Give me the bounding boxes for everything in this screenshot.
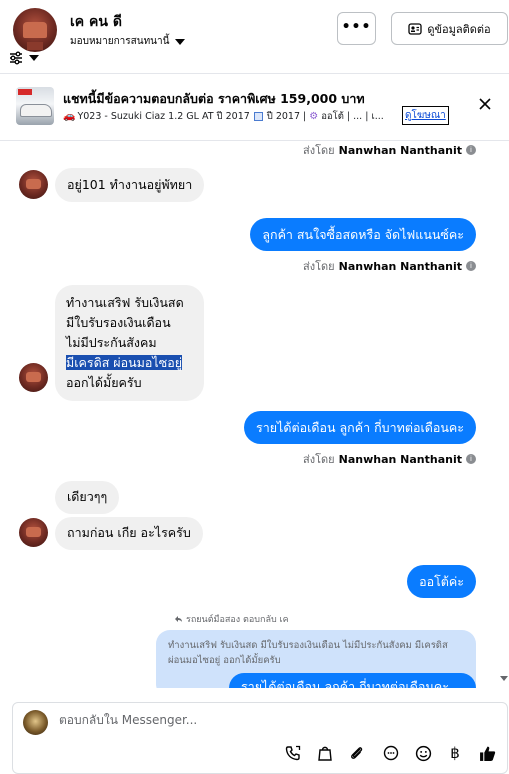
sender-name: Nanwhan Nanthanit	[338, 143, 462, 157]
ad-thumbnail[interactable]	[16, 87, 54, 125]
message-line: ทำงานเสริฟ รับเงินสด	[66, 295, 184, 310]
contact-name[interactable]: เค คน ดี	[70, 11, 122, 33]
chevron-down-icon	[175, 38, 186, 45]
reply-arrow-icon	[175, 616, 182, 622]
selected-text: มีเครดิส ผ่อนมอไซอยู่	[66, 355, 183, 370]
sent-by-prefix: ส่งโดย	[303, 260, 335, 273]
car-icon: 🚗	[63, 111, 76, 122]
like-icon	[479, 746, 495, 761]
ad-subtitle-text: Y023 - Suzuki Ciaz 1.2 GL AT ปี 2017	[77, 111, 250, 122]
ad-subtitle-year: ปี 2017 |	[266, 111, 307, 122]
assign-dropdown[interactable]: มอบหมายการสนทนานี้	[70, 34, 186, 49]
incoming-message[interactable]: อยู่101 ทำงานอยู่พัทยา	[55, 168, 205, 202]
filter-icon	[10, 51, 22, 65]
outgoing-message[interactable]: ลูกค้า สนใจซื้อสดหรือ จัดไฟแนนซ์คะ	[250, 218, 476, 251]
more-icon: •••	[341, 19, 372, 35]
sent-by-prefix: ส่งโดย	[303, 453, 335, 466]
reply-note-text: รถยนต์มือสอง ตอบกลับ เค	[186, 615, 289, 625]
incoming-message[interactable]: ทำงานเสริฟ รับเงินสด มีใบรับรองเงินเดือน…	[55, 285, 204, 401]
message-text: อยู่101 ทำงานอยู่พัทยา	[67, 177, 193, 192]
contact-avatar-small[interactable]	[19, 170, 48, 199]
outgoing-message[interactable]: รายได้ต่อเดือน ลูกค้า กี่บาทต่อเดือนคะ	[244, 411, 476, 444]
baht-icon: ฿	[450, 744, 460, 762]
filter-button[interactable]	[9, 51, 39, 65]
message-text: ถามก่อน เกีย อะไรครับ	[67, 525, 191, 540]
message-line-selected: มีเครดิส ผ่อนมอไซอยู่	[66, 353, 193, 373]
like-button[interactable]	[477, 743, 497, 763]
sent-by-label: ส่งโดย Nanwhan Nanthanit i	[303, 450, 476, 468]
message-line: มีใบรับรองเงินเดือน	[66, 315, 171, 330]
ad-subtitle: 🚗 Y023 - Suzuki Ciaz 1.2 GL AT ปี 2017 ป…	[63, 109, 393, 124]
attach-button[interactable]	[347, 743, 367, 763]
message-line: ออกได้มั้ยครับ	[66, 375, 142, 390]
message-text: เดียวๆๆ	[67, 489, 108, 504]
incoming-message[interactable]: เดียวๆๆ	[55, 481, 120, 514]
sender-name: Nanwhan Nanthanit	[338, 259, 462, 273]
ad-title: แชทนี้มีข้อความตอบกลับต่อ ราคาพิเศษ 159,…	[63, 91, 365, 106]
scroll-down-icon[interactable]	[500, 676, 508, 681]
message-text: รายได้ต่อเดือน ลูกค้า กี่บาทต่อเดือนคะ	[241, 679, 449, 688]
reply-note: รถยนต์มือสอง ตอบกลับ เค	[174, 612, 289, 626]
message-text: ออโต้ค่ะ	[419, 574, 464, 589]
assign-label: มอบหมายการสนทนานี้	[70, 36, 170, 47]
call-button[interactable]	[283, 743, 303, 763]
sent-by-prefix: ส่งโดย	[303, 144, 335, 157]
sent-by-label: ส่งโดย Nanwhan Nanthanit i	[303, 257, 476, 275]
saved-replies-button[interactable]	[381, 743, 401, 763]
contact-card-icon	[408, 22, 422, 35]
message-text: รายได้ต่อเดือน ลูกค้า กี่บาทต่อเดือนคะ	[256, 420, 464, 435]
contact-avatar-small[interactable]	[19, 363, 48, 392]
info-icon[interactable]: i	[466, 145, 476, 155]
chat-icon	[383, 745, 399, 761]
reply-preview-text: ทำงานเสริฟ รับเงินสด มีใบรับรองเงินเดือน…	[168, 640, 448, 666]
ad-subtitle-trans: ออโต้ | ... | เ...	[321, 111, 384, 122]
view-ad-link[interactable]: ดูโฆษณา	[402, 106, 449, 125]
reply-composer: ฿	[12, 702, 508, 774]
bag-icon	[318, 746, 332, 761]
emoji-button[interactable]	[413, 743, 433, 763]
incoming-message[interactable]: ถามก่อน เกีย อะไรครับ	[55, 517, 203, 550]
chevron-down-icon	[29, 55, 39, 61]
page-avatar	[23, 710, 48, 735]
view-contact-label: ดูข้อมูลติดต่อ	[427, 22, 491, 36]
attachment-icon	[351, 747, 363, 759]
gear-icon: ⚙	[309, 111, 319, 122]
conversation-header: เค คน ดี มอบหมายการสนทนานี้ ••• ดูข้อมูล…	[0, 0, 509, 74]
call-icon	[285, 745, 301, 761]
info-icon[interactable]: i	[466, 261, 476, 271]
close-ad-banner-button[interactable]	[478, 96, 492, 115]
ad-context-banner: แชทนี้มีข้อความตอบกลับต่อ ราคาพิเศษ 159,…	[0, 75, 509, 141]
sender-name: Nanwhan Nanthanit	[338, 452, 462, 466]
emoji-icon	[415, 745, 431, 761]
payment-button[interactable]: ฿	[445, 743, 465, 763]
close-icon	[479, 98, 491, 110]
view-contact-button[interactable]: ดูข้อมูลติดต่อ	[391, 12, 508, 45]
outgoing-message[interactable]: ออโต้ค่ะ	[407, 565, 476, 598]
message-text: ลูกค้า สนใจซื้อสดหรือ จัดไฟแนนซ์คะ	[262, 227, 464, 242]
shop-button[interactable]	[315, 743, 335, 763]
contact-avatar-small[interactable]	[19, 518, 48, 547]
more-options-button[interactable]: •••	[337, 12, 376, 45]
calendar-icon	[253, 112, 263, 121]
message-thread[interactable]: ส่งโดย Nanwhan Nanthanit i อยู่101 ทำงาน…	[0, 142, 509, 688]
info-icon[interactable]: i	[466, 454, 476, 464]
contact-avatar[interactable]	[13, 8, 57, 52]
outgoing-message[interactable]: รายได้ต่อเดือน ลูกค้า กี่บาทต่อเดือนคะ	[229, 673, 476, 688]
message-line: ไม่มีประกันสังคม	[66, 335, 157, 350]
sent-by-label: ส่งโดย Nanwhan Nanthanit i	[303, 142, 476, 159]
reply-input[interactable]	[59, 713, 479, 727]
